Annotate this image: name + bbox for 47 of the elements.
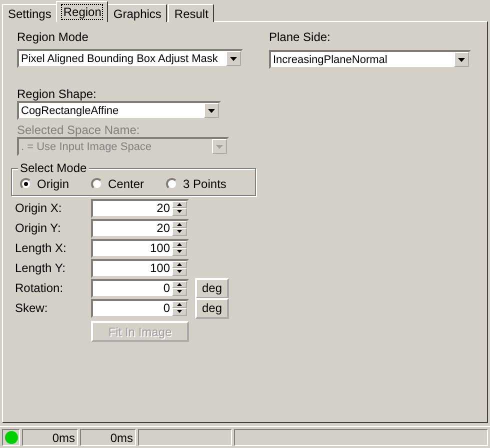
tab[interactable]: Settings	[2, 4, 58, 22]
number-field[interactable]: 100	[91, 238, 189, 258]
caret-icon	[208, 108, 215, 112]
spin-buttons[interactable]	[172, 220, 187, 236]
number-field[interactable]: 20	[91, 198, 189, 218]
unit-button[interactable]: deg	[195, 278, 229, 298]
dropdown-field[interactable]: IncreasingPlaneNormal	[269, 50, 471, 69]
radio-label: Center	[108, 177, 144, 191]
number-field[interactable]: 0	[91, 278, 189, 298]
caret-icon	[216, 144, 223, 148]
spin-buttons[interactable]	[172, 260, 187, 276]
unit-button[interactable]: deg	[195, 298, 229, 318]
spin-buttons[interactable]	[172, 300, 187, 316]
dropdown-field[interactable]: Pixel Aligned Bounding Box Adjust Mask	[17, 49, 243, 68]
radio-button[interactable]	[166, 178, 178, 190]
number-field[interactable]: 100	[91, 258, 189, 278]
spin-buttons[interactable]	[172, 200, 187, 216]
field-label: Plane Side:	[269, 30, 332, 44]
field-label: Rotation:	[15, 281, 64, 295]
dropdown-button[interactable]	[226, 51, 241, 66]
status-time: 0ms	[80, 429, 136, 446]
caret-icon	[458, 58, 465, 62]
group-label: Select Mode	[18, 161, 89, 175]
number-field[interactable]: 20	[91, 218, 189, 238]
number-field[interactable]: 0	[91, 298, 189, 318]
field-label: Selected Space Name:	[17, 123, 141, 137]
tab[interactable]: Graphics	[107, 4, 168, 22]
dropdown-field[interactable]: CogRectangleAffine	[17, 101, 221, 120]
field-label: Origin Y:	[15, 221, 62, 235]
dropdown-button[interactable]	[204, 103, 219, 118]
dropdown-button[interactable]	[454, 52, 469, 67]
spin-buttons[interactable]	[172, 280, 187, 296]
field-label: Origin X:	[15, 201, 63, 215]
field-label: Length Y:	[15, 261, 66, 275]
field-label: Region Mode	[17, 30, 90, 44]
field-label: Region Shape:	[17, 87, 98, 101]
tab[interactable]: Result	[168, 4, 214, 22]
radio-label: Origin	[37, 177, 70, 191]
radio-button[interactable]	[20, 178, 32, 190]
caret-icon	[230, 56, 237, 60]
field-label: Length X:	[15, 241, 68, 255]
spin-buttons[interactable]	[172, 240, 187, 256]
status-time: 0ms	[22, 429, 78, 446]
radio-label: 3 Points	[183, 177, 226, 191]
radio-button[interactable]	[91, 178, 104, 190]
field-label: Skew:	[15, 301, 49, 315]
tab[interactable]: Region	[56, 1, 108, 22]
